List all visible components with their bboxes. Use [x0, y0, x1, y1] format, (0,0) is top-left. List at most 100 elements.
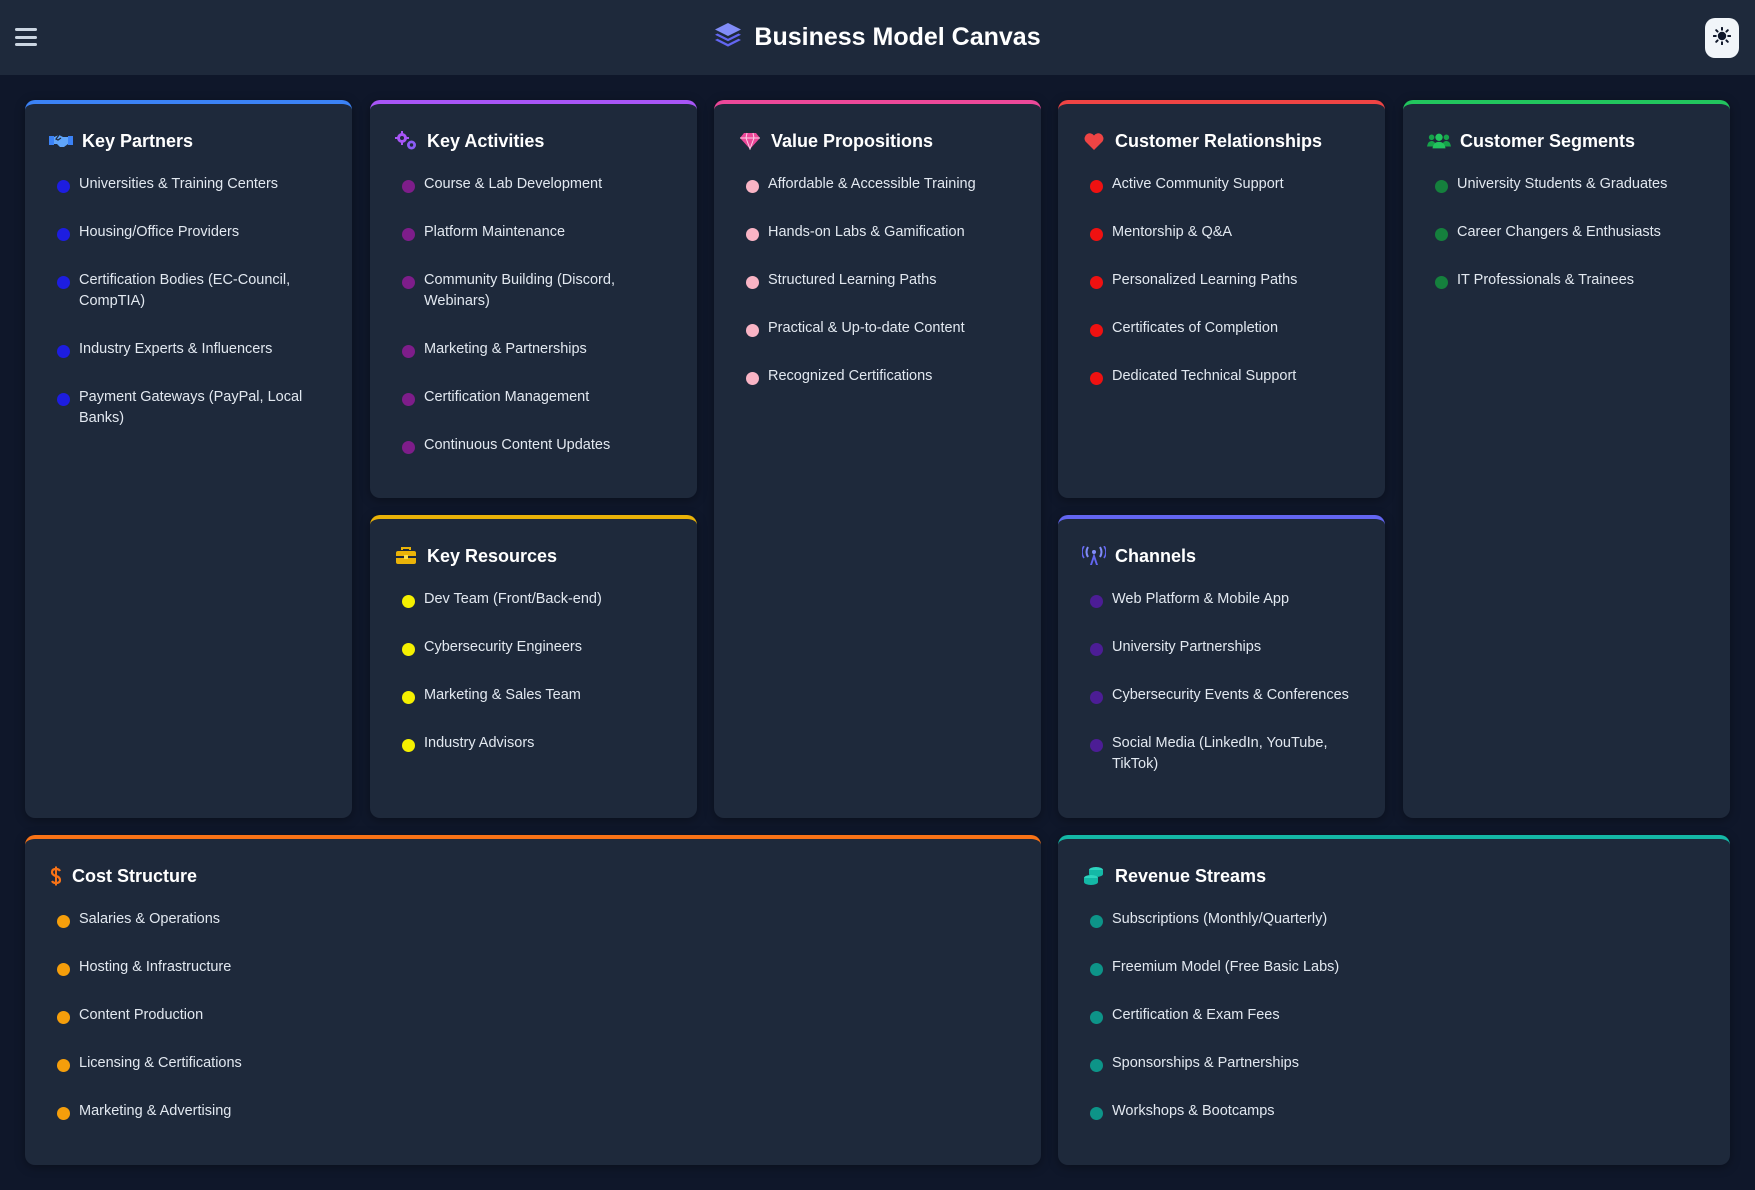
theme-toggle-button[interactable]	[1705, 18, 1739, 58]
bullet-dot	[746, 372, 759, 385]
list-item-label: Licensing & Certifications	[79, 1055, 242, 1071]
bullet-dot	[402, 441, 415, 454]
list-item-label: Web Platform & Mobile App	[1112, 591, 1290, 607]
list-item: Hands-on Labs & Gamification	[738, 222, 1019, 243]
bullet-dot	[57, 1107, 70, 1120]
card-title: Customer Relationships	[1115, 130, 1323, 151]
top-bar: Business Model Canvas	[0, 0, 1755, 75]
bullet-dot	[402, 180, 415, 193]
list-item: Industry Experts & Influencers	[49, 339, 330, 360]
list-item: Affordable & Accessible Training	[738, 174, 1019, 195]
list-item-label: Social Media (LinkedIn, YouTube, TikTok)	[1112, 735, 1328, 772]
list-item-label: Content Production	[79, 1007, 204, 1023]
list-item-label: Universities & Training Centers	[79, 176, 279, 192]
bullet-dot	[746, 228, 759, 241]
bullet-dot	[1090, 643, 1103, 656]
bullet-dot	[1090, 372, 1103, 385]
list-item-label: Hosting & Infrastructure	[79, 959, 232, 975]
bullet-dot	[57, 1059, 70, 1072]
card-title: Cost Structure	[72, 865, 198, 886]
list-item: Subscriptions (Monthly/Quarterly)	[1082, 909, 1708, 930]
list-item-label: Sponsorships & Partnerships	[1112, 1055, 1299, 1071]
card-title: Revenue Streams	[1115, 865, 1267, 886]
list-item-label: Certification Bodies (EC-Council, CompTI…	[79, 272, 291, 309]
list-item-label: Certification & Exam Fees	[1112, 1007, 1280, 1023]
card-channels: Channels Web Platform & Mobile App Univer…	[1058, 515, 1385, 818]
bullet-dot	[57, 963, 70, 976]
sun-icon	[1712, 26, 1732, 50]
list-item-label: Cybersecurity Engineers	[424, 639, 582, 655]
item-list: Web Platform & Mobile App University Part…	[1082, 589, 1363, 775]
list-item-label: Freemium Model (Free Basic Labs)	[1112, 959, 1340, 975]
list-item: Certification & Exam Fees	[1082, 1005, 1708, 1026]
list-item: Certificates of Completion	[1082, 318, 1363, 339]
bullet-dot	[1090, 1107, 1103, 1120]
coins-icon	[1082, 865, 1106, 887]
list-item: Freemium Model (Free Basic Labs)	[1082, 957, 1708, 978]
list-item: Career Changers & Enthusiasts	[1427, 222, 1708, 243]
bullet-dot	[402, 643, 415, 656]
list-item-label: Marketing & Advertising	[79, 1103, 232, 1119]
list-item-label: Affordable & Accessible Training	[768, 176, 976, 192]
list-item: IT Professionals & Trainees	[1427, 270, 1708, 291]
card-cost-structure: Cost Structure Salaries & Operations Host…	[25, 835, 1041, 1165]
list-item: Dedicated Technical Support	[1082, 366, 1363, 387]
list-item: University Partnerships	[1082, 637, 1363, 658]
bullet-dot	[1090, 1059, 1103, 1072]
list-item: Active Community Support	[1082, 174, 1363, 195]
list-item: Salaries & Operations	[49, 909, 1019, 930]
list-item-label: Certification Management	[424, 389, 590, 405]
list-item-label: Recognized Certifications	[768, 368, 933, 384]
page-title: Business Model Canvas	[754, 23, 1041, 51]
bullet-dot	[1090, 324, 1103, 337]
list-item-label: Industry Experts & Influencers	[79, 341, 273, 357]
item-list: Course & Lab Development Platform Mainten…	[394, 174, 675, 456]
list-item: Marketing & Partnerships	[394, 339, 675, 360]
list-item-label: Salaries & Operations	[79, 911, 221, 927]
list-item: University Students & Graduates	[1427, 174, 1708, 195]
bullet-dot	[1090, 595, 1103, 608]
list-item-label: Practical & Up-to-date Content	[768, 320, 965, 336]
bullet-dot	[746, 324, 759, 337]
bullet-dot	[402, 345, 415, 358]
bullet-dot	[1435, 276, 1448, 289]
list-item: Structured Learning Paths	[738, 270, 1019, 291]
list-item: Personalized Learning Paths	[1082, 270, 1363, 291]
list-item-label: University Students & Graduates	[1457, 176, 1668, 192]
list-item: Web Platform & Mobile App	[1082, 589, 1363, 610]
card-key-partners: Key Partners Universities & Training Cen…	[25, 100, 352, 818]
bullet-dot	[57, 276, 70, 289]
bullet-dot	[57, 915, 70, 928]
list-item-label: Workshops & Bootcamps	[1112, 1103, 1275, 1119]
bullet-dot	[402, 691, 415, 704]
list-item-label: Active Community Support	[1112, 176, 1284, 192]
hamburger-menu-icon[interactable]	[15, 28, 37, 46]
bullet-dot	[1090, 180, 1103, 193]
list-item: Dev Team (Front/Back-end)	[394, 589, 675, 610]
card-title: Key Activities	[427, 130, 545, 151]
list-item-label: Dedicated Technical Support	[1112, 368, 1297, 384]
list-item-label: Marketing & Sales Team	[424, 687, 581, 703]
list-item: Payment Gateways (PayPal, Local Banks)	[49, 387, 330, 429]
list-item: Mentorship & Q&A	[1082, 222, 1363, 243]
item-list: Dev Team (Front/Back-end) Cybersecurity E…	[394, 589, 675, 754]
bullet-dot	[57, 1011, 70, 1024]
layers-icon	[714, 22, 742, 53]
bullet-dot	[57, 345, 70, 358]
dollar-icon	[49, 865, 63, 887]
card-revenue-streams: Revenue Streams Subscriptions (Monthly/Q…	[1058, 835, 1730, 1165]
bullet-dot	[402, 393, 415, 406]
list-item: Marketing & Sales Team	[394, 685, 675, 706]
list-item: Workshops & Bootcamps	[1082, 1101, 1708, 1122]
bullet-dot	[402, 739, 415, 752]
bullet-dot	[1435, 180, 1448, 193]
brand: Business Model Canvas	[714, 22, 1041, 53]
list-item-label: Payment Gateways (PayPal, Local Banks)	[79, 389, 303, 426]
list-item: Marketing & Advertising	[49, 1101, 1019, 1122]
list-item-label: Personalized Learning Paths	[1112, 272, 1298, 288]
cogs-icon	[394, 130, 418, 152]
list-item-label: Mentorship & Q&A	[1112, 224, 1233, 240]
card-title: Channels	[1115, 545, 1197, 566]
bullet-dot	[1090, 691, 1103, 704]
list-item: Cybersecurity Events & Conferences	[1082, 685, 1363, 706]
